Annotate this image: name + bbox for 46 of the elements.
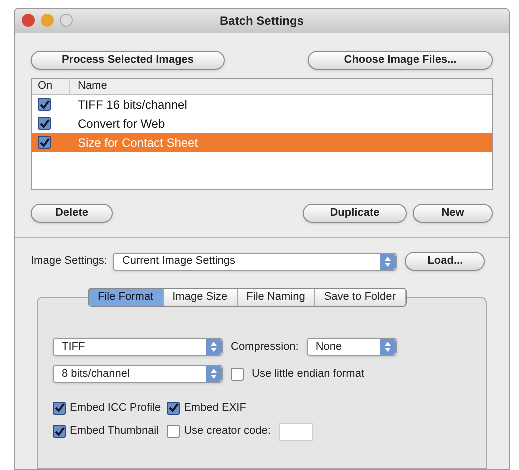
checkbox[interactable] xyxy=(38,98,51,111)
column-header[interactable]: On xyxy=(32,78,70,95)
checkbox[interactable] xyxy=(167,425,180,438)
push-button[interactable]: Process Selected Images xyxy=(31,51,225,70)
list-row[interactable]: TIFF 16 bits/channel xyxy=(32,95,492,114)
checkbox[interactable] xyxy=(167,402,180,415)
checkbox[interactable] xyxy=(38,136,51,149)
checkbox[interactable] xyxy=(53,402,66,415)
push-button[interactable]: Choose Image Files... xyxy=(308,51,493,70)
field-label: Image Settings: xyxy=(31,254,108,270)
push-button[interactable]: New xyxy=(413,204,493,223)
column-header[interactable]: Name xyxy=(70,78,108,95)
stepper-icon xyxy=(380,254,396,270)
checkbox-label: Embed ICC Profile xyxy=(70,401,162,416)
stepper-icon xyxy=(380,339,396,355)
row-name: Size for Contact Sheet xyxy=(77,134,198,152)
checkbox[interactable] xyxy=(231,368,244,380)
row-name: Convert for Web xyxy=(77,116,166,132)
push-button[interactable]: Load... xyxy=(405,252,486,271)
checkbox-label: Use creator code: xyxy=(184,424,271,440)
tab[interactable]: File Format xyxy=(89,289,164,306)
image-settings-select[interactable]: Current Image Settings xyxy=(113,252,398,270)
push-button[interactable]: Duplicate xyxy=(303,204,407,223)
stepper-icon xyxy=(206,366,222,382)
checkbox-label: Use little endian format xyxy=(252,366,364,382)
checkmark-icon xyxy=(54,403,64,414)
stepper-icon xyxy=(206,339,222,355)
tab[interactable]: File Naming xyxy=(238,289,316,306)
checkbox[interactable] xyxy=(53,425,66,438)
format-select[interactable]: TIFF xyxy=(53,338,223,356)
close-icon[interactable] xyxy=(22,14,35,27)
checkbox[interactable] xyxy=(38,117,51,130)
checkbox-label: Embed Thumbnail xyxy=(70,424,160,440)
field-label: Compression: xyxy=(231,340,299,355)
window-title: Batch Settings xyxy=(220,13,304,30)
bit-depth-select[interactable]: 8 bits/channel xyxy=(53,365,223,383)
checkmark-icon xyxy=(168,403,179,414)
checkmark-icon xyxy=(54,426,64,436)
tab[interactable]: Image Size xyxy=(164,289,238,306)
checkbox-label: Embed EXIF xyxy=(184,401,246,416)
row-name: TIFF 16 bits/channel xyxy=(77,96,188,114)
compression-select[interactable]: None xyxy=(306,338,397,356)
tab[interactable]: Save to Folder xyxy=(315,289,406,306)
list-row[interactable]: Convert for Web xyxy=(32,114,492,133)
creator-code-field[interactable] xyxy=(278,422,313,440)
push-button[interactable]: Delete xyxy=(31,204,113,223)
